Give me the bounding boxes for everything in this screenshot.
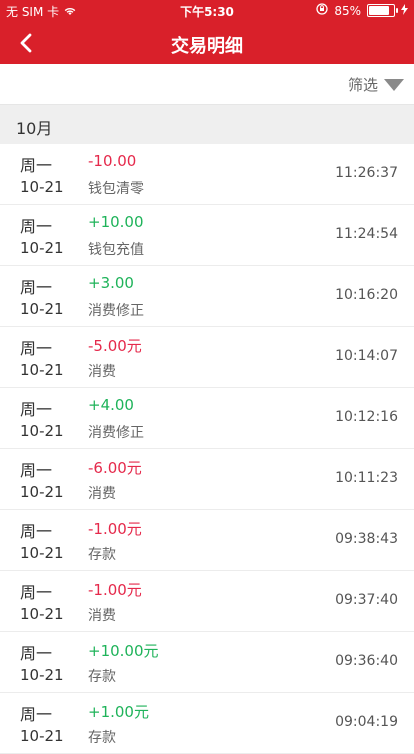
transaction-time: 09:38:43	[335, 531, 398, 547]
transaction-weekday: 周一	[20, 339, 53, 358]
transaction-type: 存款	[88, 730, 116, 746]
transaction-row[interactable]: 周一 10-21 +3.00 消费修正 10:16:20	[0, 266, 414, 327]
nav-bar: 交易明细	[0, 22, 414, 64]
transaction-amount: +3.00	[88, 274, 134, 292]
filter-bar: 筛选	[0, 64, 414, 104]
transaction-row[interactable]: 周一 10-21 -10.00 钱包清零 11:26:37	[0, 144, 414, 205]
transaction-time: 09:04:19	[335, 714, 398, 730]
transaction-date: 10-21	[20, 605, 64, 623]
transaction-time: 10:16:20	[335, 287, 398, 303]
transaction-weekday: 周一	[20, 400, 53, 419]
transaction-amount: +4.00	[88, 396, 134, 414]
filter-label: 筛选	[347, 76, 378, 94]
transaction-time: 10:12:16	[335, 409, 398, 425]
transaction-type: 消费	[88, 364, 116, 380]
transaction-amount: -1.00元	[88, 520, 142, 538]
transaction-type: 消费	[88, 608, 116, 624]
orientation-lock-icon	[316, 3, 328, 18]
transaction-date: 10-21	[20, 300, 64, 318]
transaction-weekday: 周一	[20, 705, 53, 724]
battery-percent: 85%	[334, 3, 361, 18]
transaction-amount: -10.00	[88, 152, 137, 170]
transaction-weekday: 周一	[20, 644, 53, 663]
transaction-amount: +10.00	[88, 213, 144, 231]
transaction-date: 10-21	[20, 422, 64, 440]
transaction-time: 11:26:37	[335, 165, 398, 181]
transaction-date: 10-21	[20, 178, 64, 196]
dropdown-triangle-icon	[384, 78, 404, 91]
transaction-type: 钱包清零	[88, 181, 144, 197]
status-right: 85%	[316, 3, 408, 18]
transaction-date: 10-21	[20, 727, 64, 745]
transaction-time: 10:11:23	[335, 470, 398, 486]
transaction-time: 11:24:54	[335, 226, 398, 242]
transaction-list: 周一 10-21 -10.00 钱包清零 11:26:37 周一 10-21 +10.00 钱包…	[0, 144, 414, 754]
transaction-row[interactable]: 周一 10-21 -5.00元 消费 10:14:07	[0, 327, 414, 388]
transaction-date: 10-21	[20, 239, 64, 257]
month-header: 10月	[0, 104, 414, 145]
transaction-amount: +10.00元	[88, 642, 159, 660]
transaction-time: 09:36:40	[335, 653, 398, 669]
transaction-row[interactable]: 周一 10-21 +10.00元 存款 09:36:40	[0, 632, 414, 693]
transaction-weekday: 周一	[20, 278, 53, 297]
transaction-type: 消费修正	[88, 303, 144, 319]
transaction-date: 10-21	[20, 666, 64, 684]
transaction-weekday: 周一	[20, 156, 53, 175]
transaction-row[interactable]: 周一 10-21 -1.00元 消费 09:37:40	[0, 571, 414, 632]
transaction-type: 消费	[88, 486, 116, 502]
transaction-type: 存款	[88, 669, 116, 685]
transaction-weekday: 周一	[20, 583, 53, 602]
transaction-time: 10:14:07	[335, 348, 398, 364]
transaction-row[interactable]: 周一 10-21 +1.00元 存款 09:04:19	[0, 693, 414, 754]
transaction-time: 09:37:40	[335, 592, 398, 608]
battery-fill	[369, 6, 390, 15]
transaction-date: 10-21	[20, 361, 64, 379]
transaction-row[interactable]: 周一 10-21 -1.00元 存款 09:38:43	[0, 510, 414, 571]
transaction-type: 钱包充值	[88, 242, 144, 258]
filter-button[interactable]: 筛选	[348, 74, 404, 95]
transaction-weekday: 周一	[20, 461, 53, 480]
month-label: 10月	[16, 119, 53, 138]
transaction-row[interactable]: 周一 10-21 -6.00元 消费 10:11:23	[0, 449, 414, 510]
transaction-weekday: 周一	[20, 522, 53, 541]
charging-icon	[401, 3, 408, 18]
transaction-amount: -6.00元	[88, 459, 142, 477]
transaction-date: 10-21	[20, 483, 64, 501]
transaction-row[interactable]: 周一 10-21 +4.00 消费修正 10:12:16	[0, 388, 414, 449]
transaction-amount: +1.00元	[88, 703, 149, 721]
battery-icon	[367, 4, 398, 17]
transaction-type: 消费修正	[88, 425, 144, 441]
transaction-row[interactable]: 周一 10-21 +10.00 钱包充值 11:24:54	[0, 205, 414, 266]
status-bar: 无 SIM 卡 下午5:30 85%	[0, 0, 414, 22]
page-title: 交易明细	[171, 36, 243, 57]
transaction-weekday: 周一	[20, 217, 53, 236]
transaction-amount: -1.00元	[88, 581, 142, 599]
transaction-amount: -5.00元	[88, 337, 142, 355]
transaction-date: 10-21	[20, 544, 64, 562]
transaction-type: 存款	[88, 547, 116, 563]
